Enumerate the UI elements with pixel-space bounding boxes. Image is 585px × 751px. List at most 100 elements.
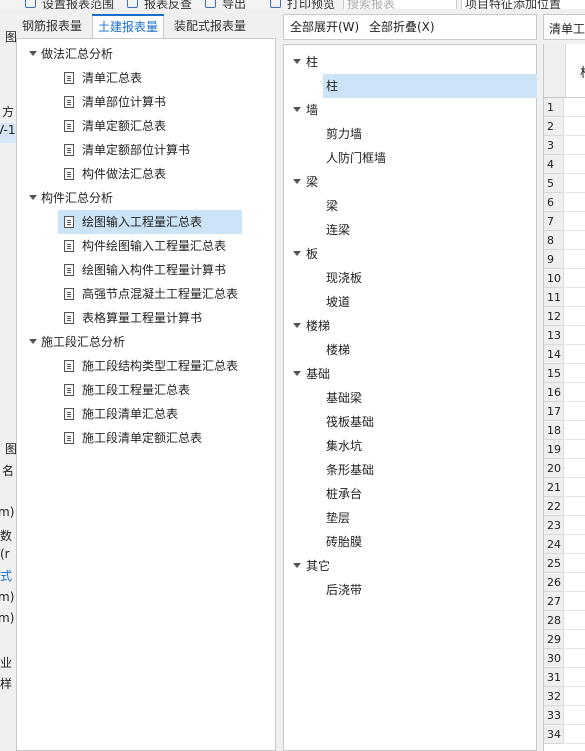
- report-item[interactable]: 清单汇总表: [82, 66, 142, 90]
- collapse-all-button[interactable]: 全部折叠(X): [369, 15, 435, 39]
- grid-cell[interactable]: [565, 402, 585, 421]
- report-item[interactable]: 施工段结构类型工程量汇总表: [82, 354, 238, 378]
- grid-cell[interactable]: [565, 136, 585, 155]
- report-item[interactable]: 清单部位计算书: [82, 90, 166, 114]
- grid-row-number[interactable]: 16: [544, 383, 564, 402]
- grid-row-number[interactable]: 28: [544, 611, 564, 630]
- expand-caret-icon[interactable]: [293, 59, 301, 64]
- grid-cell[interactable]: [565, 326, 585, 345]
- grid-row-number[interactable]: 34: [544, 725, 564, 744]
- report-item[interactable]: 施工段清单汇总表: [82, 402, 178, 426]
- grid-row-number[interactable]: 31: [544, 668, 564, 687]
- grid-cell[interactable]: [565, 98, 585, 117]
- grid-cell[interactable]: [565, 345, 585, 364]
- report-item[interactable]: 构件绘图输入工程量汇总表: [82, 234, 226, 258]
- grid-row-number[interactable]: 22: [544, 497, 564, 516]
- report-group-label[interactable]: 施工段汇总分析: [41, 330, 125, 354]
- report-search-input[interactable]: 搜索报表: [343, 0, 457, 9]
- set-report-range-button[interactable]: 设置报表范围: [42, 0, 114, 9]
- grid-row-number[interactable]: 7: [544, 212, 564, 231]
- grid-row-number[interactable]: 30: [544, 649, 564, 668]
- component-group-label[interactable]: 其它: [306, 554, 330, 578]
- grid-cell[interactable]: [565, 535, 585, 554]
- component-item[interactable]: 砖胎膜: [326, 530, 362, 554]
- component-item[interactable]: 现浇板: [326, 266, 362, 290]
- report-item[interactable]: 清单定额部位计算书: [82, 138, 190, 162]
- tab-civil[interactable]: 土建报表量: [92, 14, 164, 39]
- grid-cell[interactable]: [565, 383, 585, 402]
- component-item[interactable]: 条形基础: [326, 458, 374, 482]
- expand-caret-icon[interactable]: [293, 323, 301, 328]
- grid-cell[interactable]: [565, 516, 585, 535]
- grid-cell[interactable]: [565, 155, 585, 174]
- grid-row-number[interactable]: 23: [544, 516, 564, 535]
- report-grid[interactable]: 构 12345678910111213141516171819202122232…: [543, 44, 585, 751]
- print-preview-button[interactable]: 打印预览: [287, 0, 335, 9]
- grid-cell[interactable]: [565, 212, 585, 231]
- grid-cell[interactable]: [565, 288, 585, 307]
- tab-rebar[interactable]: 钢筋报表量: [16, 14, 88, 38]
- component-group-label[interactable]: 柱: [306, 50, 318, 74]
- component-item[interactable]: 筏板基础: [326, 410, 374, 434]
- component-item[interactable]: 柱: [326, 74, 338, 98]
- grid-cell[interactable]: [565, 364, 585, 383]
- grid-cell[interactable]: [565, 250, 585, 269]
- grid-row-number[interactable]: 6: [544, 193, 564, 212]
- grid-row-number[interactable]: 3: [544, 136, 564, 155]
- grid-cell[interactable]: [565, 630, 585, 649]
- component-item[interactable]: 人防门框墙: [326, 146, 386, 170]
- component-group-label[interactable]: 基础: [306, 362, 330, 386]
- grid-cell[interactable]: [565, 307, 585, 326]
- grid-cell[interactable]: [565, 668, 585, 687]
- grid-row-number[interactable]: 13: [544, 326, 564, 345]
- grid-cell[interactable]: [565, 649, 585, 668]
- grid-cell[interactable]: [565, 478, 585, 497]
- grid-cell[interactable]: [565, 706, 585, 725]
- grid-row-number[interactable]: 12: [544, 307, 564, 326]
- grid-row-number[interactable]: 4: [544, 155, 564, 174]
- report-item[interactable]: 绘图输入构件工程量计算书: [82, 258, 226, 282]
- component-item[interactable]: 后浇带: [326, 578, 362, 602]
- export-button[interactable]: 导出: [222, 0, 246, 9]
- expand-all-button[interactable]: 全部展开(W): [290, 15, 359, 39]
- component-group-label[interactable]: 墙: [306, 98, 318, 122]
- expand-caret-icon[interactable]: [293, 563, 301, 568]
- expand-caret-icon[interactable]: [293, 251, 301, 256]
- grid-row-number[interactable]: 32: [544, 687, 564, 706]
- grid-row-number[interactable]: 21: [544, 478, 564, 497]
- grid-cell[interactable]: [565, 611, 585, 630]
- expand-caret-icon[interactable]: [29, 339, 37, 344]
- expand-caret-icon[interactable]: [293, 107, 301, 112]
- component-item[interactable]: 集水坑: [326, 434, 362, 458]
- grid-row-number[interactable]: 10: [544, 269, 564, 288]
- expand-caret-icon[interactable]: [293, 179, 301, 184]
- tab-prefab[interactable]: 装配式报表量: [168, 14, 252, 38]
- component-item[interactable]: 基础梁: [326, 386, 362, 410]
- grid-cell[interactable]: [565, 497, 585, 516]
- grid-cell[interactable]: [565, 573, 585, 592]
- grid-cell[interactable]: [565, 269, 585, 288]
- report-item[interactable]: 清单定额汇总表: [82, 114, 166, 138]
- grid-row-number[interactable]: 2: [544, 117, 564, 136]
- component-group-label[interactable]: 梁: [306, 170, 318, 194]
- component-item[interactable]: 连梁: [326, 218, 350, 242]
- grid-row-number[interactable]: 24: [544, 535, 564, 554]
- grid-cell[interactable]: [565, 174, 585, 193]
- grid-cell[interactable]: [565, 193, 585, 212]
- component-item[interactable]: 楼梯: [326, 338, 350, 362]
- grid-row-number[interactable]: 33: [544, 706, 564, 725]
- report-item[interactable]: 构件做法汇总表: [82, 162, 166, 186]
- feature-position-select[interactable]: 项目特征添加位置: [461, 0, 585, 9]
- grid-cell[interactable]: [565, 687, 585, 706]
- report-item[interactable]: 施工段清单定额汇总表: [82, 426, 202, 450]
- grid-row-number[interactable]: 11: [544, 288, 564, 307]
- expand-caret-icon[interactable]: [29, 51, 37, 56]
- grid-cell[interactable]: [565, 231, 585, 250]
- grid-row-number[interactable]: 27: [544, 592, 564, 611]
- grid-cell[interactable]: [565, 725, 585, 744]
- report-item[interactable]: 高强节点混凝土工程量汇总表: [82, 282, 238, 306]
- report-group-label[interactable]: 构件汇总分析: [41, 186, 113, 210]
- grid-row-number[interactable]: 9: [544, 250, 564, 269]
- grid-row-number[interactable]: 26: [544, 573, 564, 592]
- grid-cell[interactable]: [565, 554, 585, 573]
